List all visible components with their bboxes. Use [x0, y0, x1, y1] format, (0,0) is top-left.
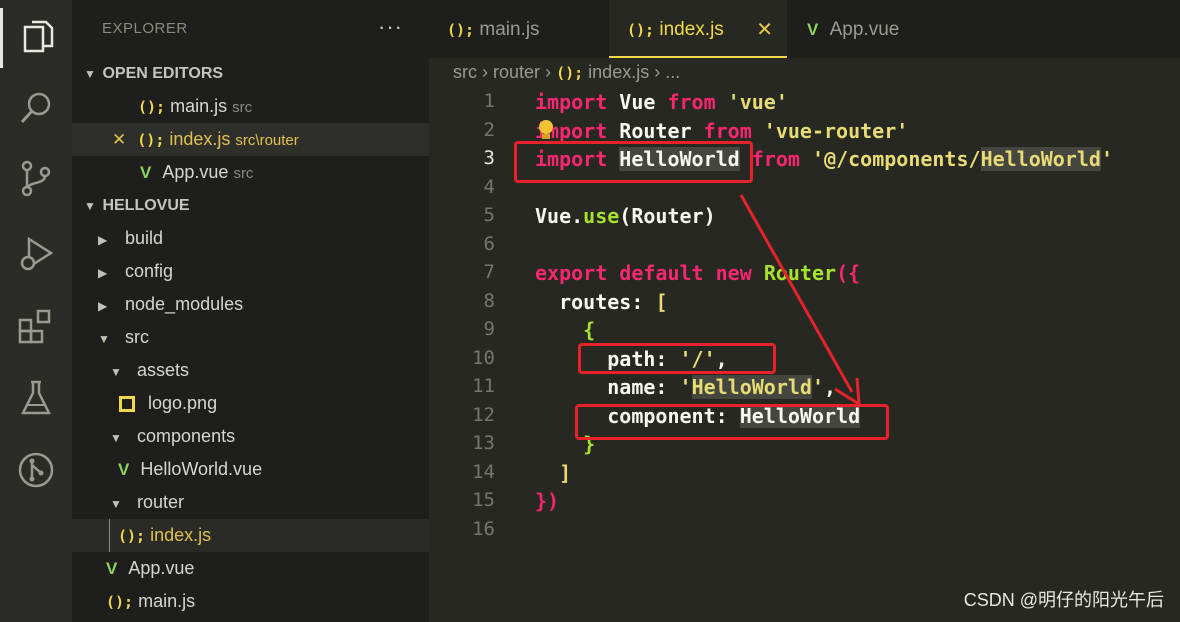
tab-app-vue[interactable]: V App.vue	[789, 0, 967, 58]
open-editors-header[interactable]: ▼ OPEN EDITORS	[72, 57, 429, 90]
project-label: HELLOVUE	[102, 197, 190, 214]
tree-item-label: App.vue	[128, 558, 195, 578]
chevron-right-icon: ›	[654, 62, 666, 82]
breadcrumb-more[interactable]: ...	[665, 62, 680, 82]
open-editor-filename: index.js	[169, 129, 231, 149]
vue-icon: V	[140, 163, 152, 182]
breadcrumb: src › router › (); index.js › ...	[453, 62, 680, 83]
tree-folder-components[interactable]: ▼ components	[72, 420, 429, 453]
tab-label: main.js	[479, 19, 540, 40]
chevron-right-icon: ›	[545, 62, 557, 82]
tree-file-index-js[interactable]: (); index.js	[72, 519, 429, 552]
project-header[interactable]: ▼ HELLOVUE	[72, 189, 429, 222]
tree-item-label: logo.png	[148, 393, 218, 413]
open-editor-path: src	[232, 99, 253, 116]
tree-file-main-js[interactable]: (); main.js	[72, 585, 429, 618]
code-editor[interactable]: 1 2 3 4 5 6 7 8 9 10 11 12 13 14 15 16 i…	[429, 88, 1180, 622]
chevron-down-icon: ▼	[84, 67, 96, 81]
tab-label: App.vue	[829, 19, 900, 40]
js-icon: ();	[106, 593, 134, 611]
vue-icon: V	[118, 460, 130, 479]
chevron-down-icon: ▼	[110, 431, 122, 445]
breadcrumb-item[interactable]: router	[493, 62, 540, 82]
tree-folder-node-modules[interactable]: ▶ node_modules	[72, 288, 429, 321]
tree-folder-router[interactable]: ▼ router	[72, 486, 429, 519]
open-editor-index-js[interactable]: ✕ (); index.js src\router	[72, 123, 429, 156]
git-graph-icon	[18, 452, 54, 488]
testing-activity-button[interactable]	[0, 368, 72, 428]
tree-folder-config[interactable]: ▶ config	[72, 255, 429, 288]
source-control-icon	[21, 160, 51, 197]
chevron-down-icon: ▼	[110, 497, 122, 511]
js-icon: ();	[627, 21, 655, 39]
tree-file-app-vue[interactable]: V App.vue	[72, 552, 429, 585]
tree-item-label: router	[137, 492, 185, 512]
source-control-activity-button[interactable]	[0, 148, 72, 208]
tab-main-js[interactable]: (); main.js	[429, 0, 607, 58]
tab-index-js[interactable]: (); index.js ✕	[609, 0, 787, 58]
close-icon[interactable]: ✕	[756, 0, 773, 60]
tree-item-label: assets	[137, 360, 190, 380]
chevron-right-icon: ▶	[98, 299, 108, 313]
explorer-sidebar: EXPLORER ··· ▼ OPEN EDITORS (); main.js …	[72, 0, 429, 622]
open-editor-filename: main.js	[170, 96, 228, 116]
open-editor-main-js[interactable]: (); main.js src	[72, 90, 429, 123]
breadcrumb-item[interactable]: src	[453, 62, 477, 82]
run-debug-activity-button[interactable]	[0, 224, 72, 284]
open-editor-filename: App.vue	[162, 162, 229, 182]
js-icon: ();	[447, 21, 475, 39]
js-icon: ();	[556, 64, 584, 82]
tree-item-label: config	[125, 261, 174, 281]
more-actions-button[interactable]: ···	[378, 14, 403, 40]
open-editor-path: src	[233, 165, 254, 182]
tab-label: index.js	[659, 19, 724, 40]
vue-icon: V	[106, 559, 118, 578]
watermark: CSDN @明仔的阳光午后	[963, 590, 1164, 610]
js-icon: ();	[118, 527, 146, 545]
open-editor-app-vue[interactable]: V App.vue src	[72, 156, 429, 189]
tree-folder-src[interactable]: ▼ src	[72, 321, 429, 354]
chevron-down-icon: ▼	[84, 199, 96, 213]
close-icon[interactable]: ✕	[112, 130, 126, 149]
tree-folder-build[interactable]: ▶ build	[72, 222, 429, 255]
vue-icon: V	[807, 20, 819, 39]
indent-guide	[109, 519, 110, 552]
breadcrumb-item[interactable]: index.js	[588, 62, 649, 82]
tree-item-label: index.js	[150, 525, 212, 545]
git-graph-activity-button[interactable]	[0, 440, 72, 500]
annotation-arrow	[739, 194, 861, 407]
tree-item-label: main.js	[138, 591, 196, 611]
tree-file-helloworld-vue[interactable]: V HelloWorld.vue	[72, 453, 429, 486]
tree-item-label: components	[137, 426, 236, 446]
chevron-down-icon: ▼	[110, 365, 122, 379]
activity-bar	[0, 0, 72, 622]
chevron-right-icon: ›	[482, 62, 494, 82]
extensions-activity-button[interactable]	[0, 296, 72, 356]
tree-item-label: src	[125, 327, 150, 347]
tree-item-label: HelloWorld.vue	[140, 459, 263, 479]
image-file-icon	[119, 396, 135, 413]
flask-icon	[20, 380, 52, 415]
search-activity-button[interactable]	[0, 78, 72, 138]
js-icon: ();	[137, 131, 165, 149]
chevron-right-icon: ▶	[98, 233, 108, 247]
tree-item-label: node_modules	[125, 294, 244, 314]
explorer-activity-button[interactable]	[0, 8, 72, 68]
tree-folder-assets[interactable]: ▼ assets	[72, 354, 429, 387]
chevron-right-icon: ▶	[98, 266, 108, 280]
tree-item-label: build	[125, 228, 164, 248]
open-editor-path: src\router	[235, 132, 299, 149]
files-icon	[23, 20, 53, 53]
open-editors-label: OPEN EDITORS	[102, 65, 224, 82]
editor-tab-bar: (); main.js (); index.js ✕ V App.vue	[429, 0, 1180, 58]
explorer-title: EXPLORER	[102, 20, 188, 37]
run-debug-icon	[20, 236, 54, 271]
js-icon: ();	[138, 98, 166, 116]
tree-file-logo-png[interactable]: logo.png	[72, 387, 429, 420]
chevron-down-icon: ▼	[98, 332, 110, 346]
search-icon	[20, 92, 51, 124]
extensions-icon	[18, 309, 51, 344]
